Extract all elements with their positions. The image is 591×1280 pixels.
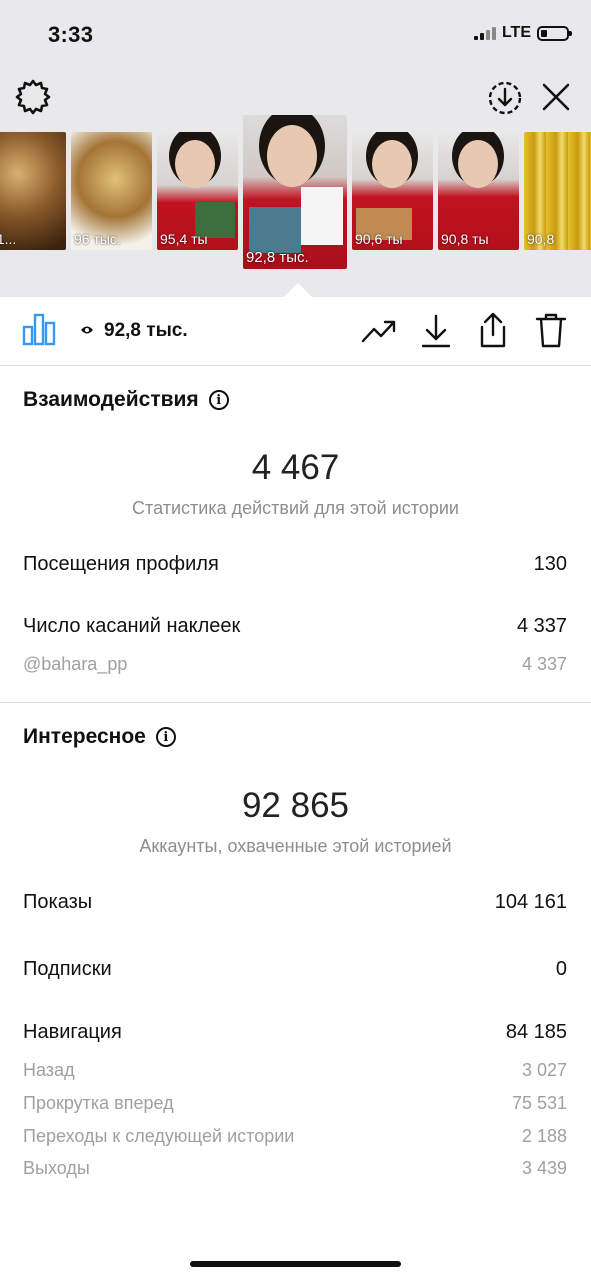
- navigation-next-story-row: Переходы к следующей истории 2 188: [23, 1126, 567, 1147]
- row-label: @bahara_pp: [23, 654, 128, 674]
- portrait-face: [458, 140, 498, 188]
- row-value: 4 337: [516, 615, 567, 637]
- story-thumbnails-strip: 91... 96 тыс. 95,4 ты 92,8 тыс. 90,6 ты …: [0, 115, 591, 275]
- row-value: 130: [533, 553, 567, 575]
- row-label: Подписки: [23, 958, 112, 980]
- download-icon[interactable]: [420, 313, 452, 354]
- thumbnail-views: 91...: [0, 231, 17, 247]
- network-label: LTE: [501, 24, 531, 41]
- thumbnail-views: 90,6 ты: [355, 231, 403, 247]
- thumbnail-views: 96 тыс.: [74, 231, 121, 247]
- story-thumbnail[interactable]: 95,4 ты: [157, 132, 238, 250]
- views-count: 92,8 тыс.: [80, 320, 188, 342]
- interactions-section-title: Взаимодействия i: [23, 388, 229, 412]
- row-label: Показы: [23, 891, 93, 913]
- row-label: Переходы к следующей истории: [23, 1126, 295, 1146]
- navigation-exits-row: Выходы 3 439: [23, 1158, 567, 1179]
- discovery-subtitle: Аккаунты, охваченные этой историей: [139, 836, 452, 856]
- story-thumbnail[interactable]: 96 тыс.: [71, 132, 152, 250]
- thumbnail-views: 90,8 ты: [441, 231, 489, 247]
- navigation-row: Навигация 84 185: [23, 1021, 567, 1044]
- signal-icon: [473, 26, 496, 40]
- story-thumbnail[interactable]: 90,8: [524, 132, 591, 250]
- status-time: 3:33: [48, 22, 94, 47]
- follows-row: Подписки 0: [23, 958, 567, 981]
- interactions-subtitle: Статистика действий для этой истории: [132, 498, 459, 518]
- row-value: 0: [555, 958, 567, 980]
- sticker-taps-row: Число касаний наклеек 4 337: [23, 615, 567, 638]
- story-thumbnail-selected[interactable]: 92,8 тыс.: [243, 115, 347, 269]
- insights-chart-icon[interactable]: [22, 311, 56, 352]
- close-icon[interactable]: [541, 82, 571, 117]
- inset-photo: [249, 207, 301, 253]
- story-thumbnail[interactable]: 90,8 ты: [438, 132, 519, 250]
- interactions-title: Взаимодействия: [23, 388, 199, 411]
- row-value: 75 531: [511, 1093, 567, 1113]
- views-value: 92,8 тыс.: [104, 320, 188, 341]
- thumbnail-views: 92,8 тыс.: [246, 249, 309, 266]
- status-indicators: LTE: [473, 24, 572, 42]
- navigation-back-row: Назад 3 027: [23, 1060, 567, 1081]
- selected-indicator: [284, 283, 312, 297]
- row-label: Прокрутка вперед: [23, 1093, 174, 1113]
- thumbnail-views: 90,8: [527, 231, 555, 247]
- sticker-mention-row: @bahara_pp 4 337: [23, 654, 567, 675]
- story-thumbnail[interactable]: 91...: [0, 132, 66, 250]
- insights-toolbar: 92,8 тыс.: [0, 297, 591, 366]
- interactions-total: 4 467: [251, 448, 340, 487]
- row-value: 104 161: [494, 891, 567, 913]
- portrait-face: [175, 140, 215, 188]
- row-value: 2 188: [521, 1126, 567, 1146]
- row-value: 3 027: [521, 1060, 567, 1080]
- home-indicator[interactable]: [190, 1261, 401, 1267]
- impressions-row: Показы 104 161: [23, 891, 567, 914]
- promote-trend-icon[interactable]: [361, 317, 397, 350]
- portrait-face: [267, 125, 317, 187]
- row-label: Посещения профиля: [23, 553, 219, 575]
- row-value: 3 439: [521, 1158, 567, 1178]
- section-divider: [0, 702, 591, 703]
- battery-icon: [537, 25, 572, 41]
- portrait-face: [372, 140, 412, 188]
- discovery-total: 92 865: [241, 786, 350, 825]
- discovery-section-title: Интересное i: [23, 725, 176, 749]
- story-thumbnail[interactable]: 90,6 ты: [352, 132, 433, 250]
- info-icon[interactable]: i: [155, 727, 176, 747]
- profile-visits-row: Посещения профиля 130: [23, 553, 567, 576]
- eye-icon: [80, 320, 94, 342]
- thumbnail-views: 95,4 ты: [160, 231, 208, 247]
- discovery-title: Интересное: [23, 725, 146, 748]
- share-icon[interactable]: [477, 311, 509, 354]
- row-label: Число касаний наклеек: [23, 615, 241, 637]
- story-preview-area: 3:33 LTE 91... 96 тыс.: [0, 0, 591, 297]
- navigation-forward-row: Прокрутка вперед 75 531: [23, 1093, 567, 1114]
- row-label: Выходы: [23, 1158, 90, 1178]
- info-icon[interactable]: i: [208, 390, 229, 410]
- caption-sticker: [301, 187, 343, 245]
- row-label: Назад: [23, 1060, 75, 1080]
- row-value: 84 185: [505, 1021, 567, 1043]
- row-label: Навигация: [23, 1021, 122, 1043]
- row-value: 4 337: [521, 654, 567, 674]
- delete-trash-icon[interactable]: [535, 312, 567, 353]
